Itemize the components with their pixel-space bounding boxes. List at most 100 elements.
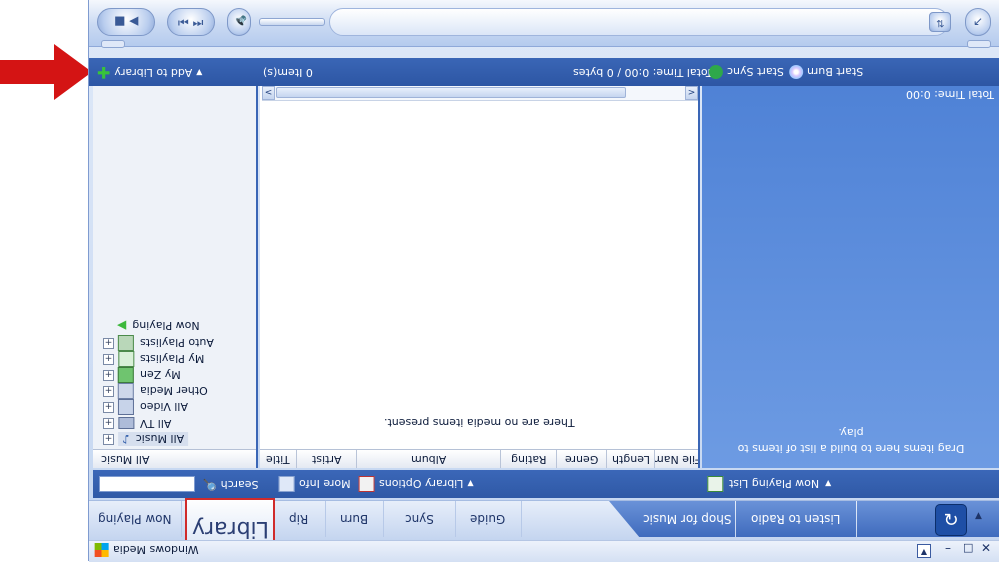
play-stop-button[interactable]: ▶ ■ xyxy=(97,8,155,36)
total-time-bytes: Total Time: 0:00 / 0 bytes xyxy=(573,65,713,79)
expand-icon[interactable]: + xyxy=(103,369,114,381)
chevron-up-icon[interactable]: ▲ xyxy=(975,511,982,521)
tab-sync[interactable]: Sync xyxy=(383,501,456,537)
now-playing-icon: ▶ xyxy=(117,319,127,333)
column-length[interactable]: Length xyxy=(606,450,654,468)
more-info-button[interactable]: More Info xyxy=(279,470,351,498)
close-icon[interactable]: ✕ xyxy=(981,541,991,555)
tab-listen-to-radio[interactable]: Listen to Radio xyxy=(736,501,856,537)
window-title: Windows Media xyxy=(95,543,199,557)
tree-item-label: My Zen xyxy=(140,368,181,382)
status-bar: Windows Media ▲ – □ ✕ xyxy=(89,540,999,562)
start-burn-button[interactable]: Start Burn xyxy=(789,58,863,86)
video-icon xyxy=(118,399,134,415)
search-button[interactable]: Search 🔍 xyxy=(203,470,259,498)
tab-rip[interactable]: Rip xyxy=(273,501,326,537)
items-count: 0 Item(s) xyxy=(263,65,313,79)
tree-item-all-music[interactable]: + All Music ♪ xyxy=(103,431,189,447)
add-to-library-label: Add to Library xyxy=(114,65,193,79)
online-store-area: ↻ ▲ xyxy=(857,501,999,537)
mute-button[interactable]: 🔈 xyxy=(227,8,251,36)
shuffle-icon: ⇅ xyxy=(935,16,945,28)
windows-logo-icon xyxy=(95,543,109,557)
tree-item-auto-playlists[interactable]: + Auto Playlists xyxy=(103,335,214,351)
tree-item-my-playlists[interactable]: + My Playlists xyxy=(103,351,204,367)
collapse-handle-right[interactable] xyxy=(967,40,991,48)
left-column-header-label: All Music xyxy=(101,452,150,466)
tree-item-my-zen[interactable]: + My Zen xyxy=(103,367,181,383)
tree-item-other-media[interactable]: + Other Media xyxy=(103,383,208,399)
drag-hint-line1: Drag items here to build a list of items… xyxy=(737,442,965,455)
column-album[interactable]: Album xyxy=(356,450,500,468)
scroll-right-arrow-icon[interactable]: > xyxy=(685,86,698,100)
search-input[interactable] xyxy=(99,476,195,492)
search-label: Search xyxy=(220,477,259,491)
tree-item-all-tv[interactable]: + All TV xyxy=(103,415,171,431)
empty-message: There are no media items present. xyxy=(383,416,575,429)
tree-item-all-video[interactable]: + All Video xyxy=(103,399,188,415)
previous-icon: ⏮ ⏭ xyxy=(178,15,204,30)
volume-slider[interactable] xyxy=(259,18,325,26)
collapse-handle-left[interactable] xyxy=(101,40,125,48)
expand-icon[interactable]: + xyxy=(103,337,114,349)
minimize-icon[interactable]: – xyxy=(945,541,951,555)
now-playing-list-pane: Total Time: 0:00 Drag items here to buil… xyxy=(702,86,999,468)
tree-item-label: All Video xyxy=(140,400,188,414)
auto-playlist-icon xyxy=(118,335,134,351)
mini-mode-icon[interactable]: ▲ xyxy=(917,544,931,558)
horizontal-scrollbar[interactable]: < > xyxy=(262,86,698,101)
info-icon xyxy=(279,476,295,492)
tab-guide[interactable]: Guide xyxy=(455,501,522,537)
now-playing-list-label: Now Playing List xyxy=(729,477,820,491)
library-tree-pane: Now Playing ▶ + Auto Playlists + My Play… xyxy=(93,86,258,468)
expand-icon[interactable]: + xyxy=(103,353,114,365)
maximize-icon[interactable]: □ xyxy=(963,541,973,554)
column-artist[interactable]: Artist xyxy=(296,450,356,468)
tree-item-label: Other Media xyxy=(140,384,208,398)
chevron-down-icon: ▼ xyxy=(467,479,474,489)
drag-hint: Drag items here to build a list of items… xyxy=(702,424,999,456)
tree-item-now-playing[interactable]: Now Playing ▶ xyxy=(117,318,200,334)
library-options-button[interactable]: ▼ Library Options xyxy=(359,470,474,498)
other-media-icon xyxy=(118,383,134,399)
expand-icon[interactable]: + xyxy=(103,417,114,429)
tree-item-label: Now Playing xyxy=(132,319,200,333)
tree-item-label: All Music xyxy=(135,432,185,446)
tab-shop-for-music[interactable]: Shop for Music xyxy=(609,501,735,537)
start-sync-button[interactable]: Start Sync xyxy=(709,58,784,86)
tv-icon xyxy=(118,417,134,429)
column-rating[interactable]: Rating xyxy=(500,450,556,468)
column-file-name[interactable]: File Nam xyxy=(654,450,698,468)
switch-to-skin-button[interactable]: ↗ xyxy=(965,8,991,36)
column-title[interactable]: Title xyxy=(260,450,296,468)
tab-now-playing[interactable]: Now Playing xyxy=(89,501,182,537)
seek-bar[interactable] xyxy=(329,8,949,36)
list-total-time: Total Time: 0:00 xyxy=(905,88,994,101)
cd-icon xyxy=(789,65,803,79)
library-content-pane: < > There are no media items present. Ti… xyxy=(260,86,700,468)
library-options-label: Library Options xyxy=(379,477,464,491)
play-icon: ▶ ■ xyxy=(113,15,139,29)
expand-icon[interactable]: + xyxy=(103,433,114,445)
online-store-logo-icon[interactable]: ↻ xyxy=(935,504,967,536)
expand-icon[interactable]: + xyxy=(103,401,114,413)
scroll-left-arrow-icon[interactable]: < xyxy=(262,86,275,100)
prev-next-button[interactable]: ⏮ ⏭ xyxy=(167,8,215,36)
add-to-library-menu[interactable]: ▼ Add to Library ✚ xyxy=(97,58,202,86)
switch-to-skin-icon: ↗ xyxy=(972,15,984,29)
library-options-icon xyxy=(359,476,375,492)
expand-icon[interactable]: + xyxy=(103,385,114,397)
scroll-thumb[interactable] xyxy=(276,87,626,98)
window-title-label: Windows Media xyxy=(113,543,199,557)
chevron-down-icon: ▼ xyxy=(196,67,203,77)
transport-bar: ▶ ■ ⏮ ⏭ 🔈 ⇅ ↗ xyxy=(89,0,999,48)
column-genre[interactable]: Genre xyxy=(556,450,606,468)
windows-media-player-window: ▶ ■ ⏮ ⏭ 🔈 ⇅ ↗ ▼ Add to Library ✚ 0 Item(… xyxy=(88,0,999,562)
feature-taskbar: Now Playing Library Rip Burn Sync Guide … xyxy=(89,498,999,558)
tab-burn[interactable]: Burn xyxy=(325,501,384,537)
left-column-header[interactable]: All Music xyxy=(93,449,256,468)
shuffle-button[interactable]: ⇅ xyxy=(929,12,951,32)
now-playing-list-button[interactable]: ▼ Now Playing List xyxy=(707,470,831,498)
start-sync-label: Start Sync xyxy=(727,65,784,79)
tree-item-label: My Playlists xyxy=(140,352,205,366)
